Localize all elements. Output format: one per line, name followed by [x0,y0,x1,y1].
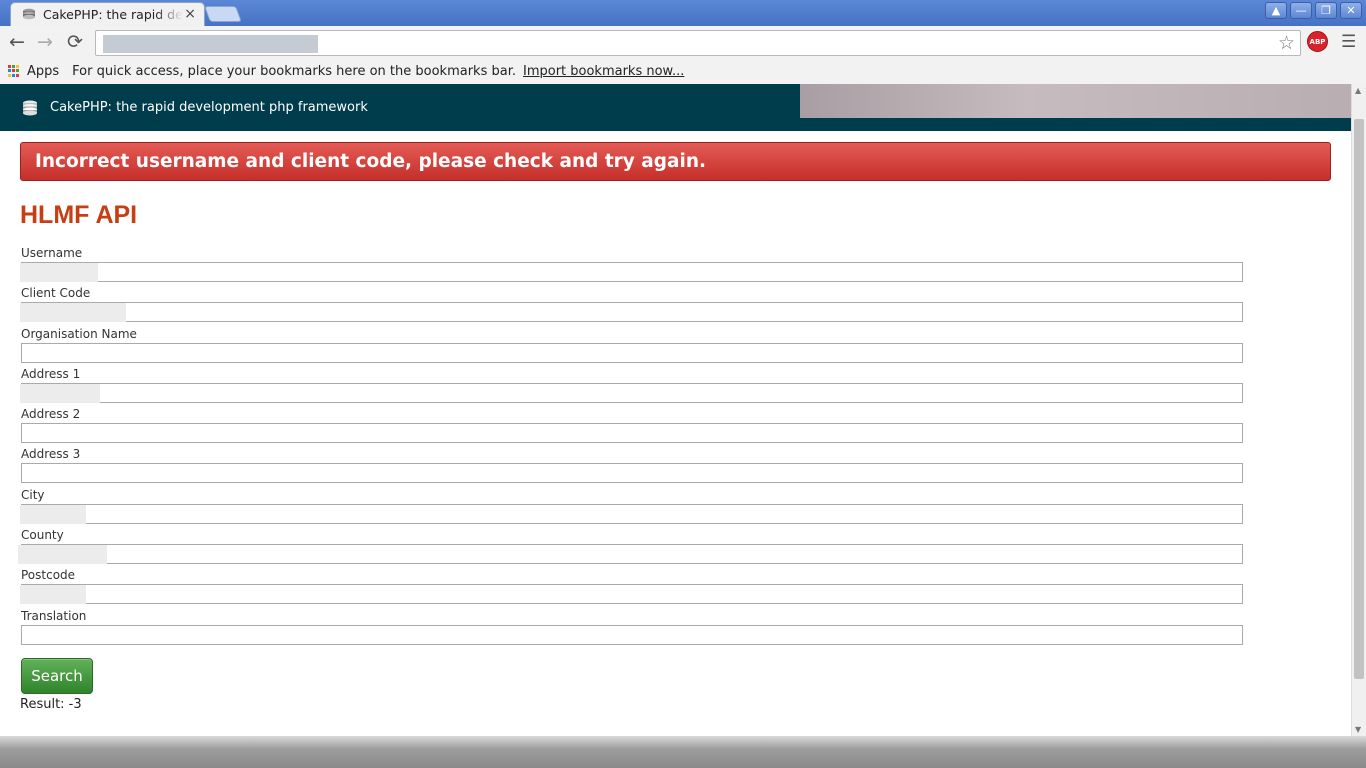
username-field-group: Username [20,246,1243,286]
close-window-button[interactable]: ✕ [1340,2,1362,19]
adblock-plus-icon[interactable]: ABP [1307,31,1328,52]
postcode-field-group: Postcode [20,568,1243,608]
client-code-field-group: Client Code [20,286,1243,326]
county-label: County [21,528,64,543]
redacted-value [20,504,86,524]
redacted-area [800,84,1351,118]
city-field-group: City [20,487,1243,528]
client-code-input[interactable] [20,302,1243,323]
username-input[interactable] [20,262,1243,282]
api-search-form: Username Client Code Organisation Name A… [18,246,1243,649]
reload-icon[interactable]: ⟳ [63,30,87,54]
address-2-field-group: Address 2 [21,407,1243,447]
address-3-label: Address 3 [21,447,81,462]
desktop-panel [0,736,1366,768]
translation-label: Translation [21,608,87,623]
address-2-label: Address 2 [21,407,81,422]
maximize-button[interactable]: ❐ [1315,2,1337,19]
address-1-field-group: Address 1 [20,366,1243,407]
minimize-button[interactable]: — [1290,2,1312,19]
browser-tab[interactable]: CakePHP: the rapid development php frame… [10,2,205,26]
tab-close-icon[interactable]: × [184,6,196,22]
url-redacted [103,35,318,53]
page-content: CakePHP: the rapid development php frame… [0,84,1351,736]
redacted-value [20,303,126,323]
site-header: CakePHP: the rapid development php frame… [0,84,1351,131]
import-bookmarks-link[interactable]: Import bookmarks now... [523,64,684,79]
scrollbar-thumb[interactable] [1354,119,1364,679]
redacted-value [18,545,107,565]
redacted-value [20,383,100,403]
city-input[interactable] [20,503,1243,524]
error-flash-message: Incorrect username and client code, plea… [20,142,1331,181]
cakephp-favicon-icon [23,8,35,19]
forward-icon[interactable]: → [33,30,57,54]
site-title: CakePHP: the rapid development php frame… [50,100,368,115]
back-icon[interactable]: ← [5,30,29,54]
apps-grid-icon[interactable] [8,65,20,77]
window-controls: ▲ — ❐ ✕ [1265,2,1362,19]
search-button[interactable]: Search [21,658,93,694]
organisation-name-field-group: Organisation Name [21,327,1243,367]
redacted-value [20,263,98,282]
username-label: Username [21,246,83,260]
city-label: City [21,487,45,502]
address-2-input[interactable] [21,423,1243,444]
translation-input[interactable] [21,624,1243,645]
redacted-value [20,585,86,605]
scroll-up-icon[interactable]: ▲ [1355,86,1361,95]
address-1-input[interactable] [20,382,1243,403]
county-input[interactable] [18,544,1243,565]
translation-field-group: Translation [21,609,1243,649]
browser-tabstrip: CakePHP: the rapid development php frame… [0,0,1366,26]
page-scrollbar[interactable]: ▲ ▼ [1351,84,1366,736]
bookmarks-bar: Apps For quick access, place your bookma… [0,58,1366,84]
address-3-input[interactable] [21,463,1243,484]
postcode-input[interactable] [20,584,1243,605]
client-code-label: Client Code [21,286,91,301]
postcode-label: Postcode [21,568,76,583]
organisation-name-input[interactable] [21,342,1243,363]
apps-link[interactable]: Apps [27,64,59,79]
address-bar[interactable]: ☆ [95,30,1301,56]
county-field-group: County [18,528,1243,568]
new-tab-button[interactable] [204,6,242,22]
profile-icon[interactable]: ▲ [1265,2,1287,19]
organisation-name-label: Organisation Name [21,326,137,341]
scroll-down-icon[interactable]: ▼ [1355,725,1361,734]
bookmark-star-icon[interactable]: ☆ [1278,32,1295,54]
address-3-field-group: Address 3 [21,447,1243,487]
result-text: Result: -3 [20,697,82,712]
page-title: HLMF API [20,201,138,229]
bookmarks-hint: For quick access, place your bookmarks h… [72,63,516,79]
chrome-menu-icon[interactable]: ☰ [1341,32,1356,52]
browser-toolbar: ← → ⟳ ☆ [0,26,1366,58]
cakephp-logo-icon [23,100,37,115]
tab-title: CakePHP: the rapid development php frame… [43,7,183,22]
address-1-label: Address 1 [21,366,81,381]
